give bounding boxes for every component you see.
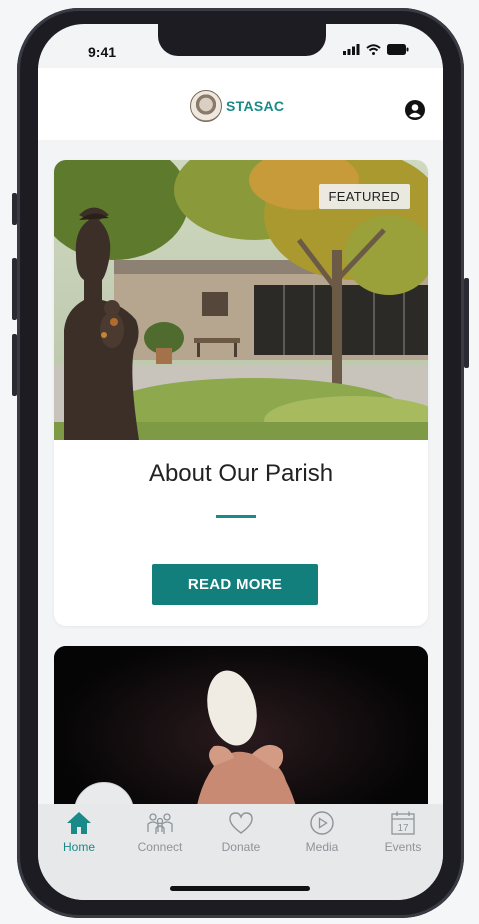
featured-card[interactable]: FEATURED About Our Parish READ MORE	[54, 160, 428, 626]
tab-media[interactable]: Media	[287, 810, 357, 854]
parish-seal-logo	[190, 90, 222, 122]
tab-label: Media	[305, 840, 339, 854]
tab-home[interactable]: Home	[44, 810, 114, 854]
status-time: 9:41	[88, 44, 117, 60]
calendar-day: 17	[397, 823, 409, 834]
power-button	[464, 278, 469, 368]
tab-events[interactable]: 17 Events	[368, 810, 438, 854]
app-header: STASAC	[38, 68, 443, 140]
card-title: About Our Parish	[148, 460, 334, 487]
tab-label: Home	[62, 840, 95, 854]
notch	[158, 24, 326, 56]
tab-donate[interactable]: Donate	[206, 810, 276, 854]
calendar-icon: 17	[391, 811, 415, 835]
featured-badge: FEATURED	[318, 184, 410, 209]
play-icon	[310, 811, 334, 835]
heart-icon	[229, 812, 253, 834]
parish-photo: FEATURED	[54, 160, 428, 440]
tab-connect[interactable]: Connect	[125, 810, 195, 854]
volume-up-button	[12, 258, 17, 320]
signal-icon	[343, 44, 360, 55]
home-indicator[interactable]	[170, 886, 310, 891]
read-more-button[interactable]: READ MORE	[152, 564, 318, 605]
volume-down-button	[12, 334, 17, 396]
home-icon	[67, 812, 91, 834]
wifi-icon	[366, 44, 381, 55]
content-feed[interactable]: FEATURED About Our Parish READ MORE	[38, 140, 443, 846]
tab-label: Donate	[221, 840, 261, 854]
battery-icon	[387, 44, 409, 55]
tab-label: Connect	[137, 840, 183, 854]
silent-switch	[12, 193, 17, 225]
people-icon	[147, 813, 173, 834]
app-logo[interactable]: STASAC	[190, 90, 284, 122]
user-circle-icon[interactable]	[405, 100, 425, 120]
tab-label: Events	[384, 840, 422, 854]
brand-name: STASAC	[226, 98, 285, 114]
screen: 9:41 STASAC FEATURED About Our Parish RE…	[38, 24, 443, 900]
status-icons	[343, 44, 409, 55]
title-divider	[216, 515, 256, 518]
